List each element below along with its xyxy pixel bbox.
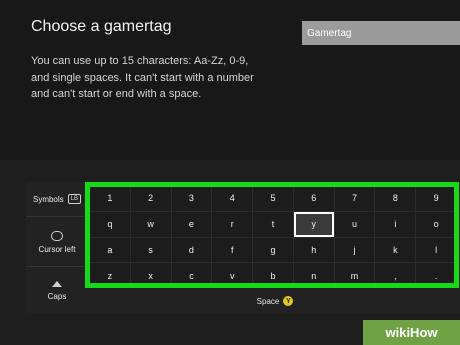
page-title: Choose a gamertag	[31, 18, 172, 35]
key-2[interactable]: 2	[130, 186, 171, 211]
key-4[interactable]: 4	[212, 186, 253, 211]
cursor-left-key[interactable]: Cursor left	[26, 216, 88, 267]
key-j[interactable]: j	[334, 237, 375, 263]
key-c[interactable]: c	[171, 263, 212, 288]
symbols-label: Symbols	[32, 194, 64, 204]
gamertag-input[interactable]	[302, 21, 460, 45]
key-i[interactable]: i	[375, 211, 416, 237]
key-u[interactable]: u	[334, 211, 375, 237]
key-b[interactable]: b	[253, 263, 293, 288]
key-h[interactable]: h	[293, 237, 334, 263]
key-y[interactable]: y	[293, 211, 334, 237]
y-button-icon: Y	[283, 296, 294, 306]
key-6[interactable]: 6	[293, 186, 334, 211]
key-f[interactable]: f	[212, 237, 253, 263]
key-o[interactable]: o	[416, 211, 456, 237]
key-m[interactable]: m	[334, 263, 375, 288]
key-s[interactable]: s	[130, 237, 171, 263]
key-a[interactable]: a	[90, 237, 130, 263]
key-3[interactable]: 3	[171, 186, 212, 211]
space-label: Space	[256, 296, 280, 306]
key-l[interactable]: l	[416, 237, 456, 263]
key-9[interactable]: 9	[416, 186, 456, 211]
caps-label: Caps	[47, 291, 67, 301]
wikihow-watermark: wikiHow	[363, 320, 460, 345]
key-e[interactable]: e	[171, 211, 212, 237]
key-g[interactable]: g	[253, 237, 293, 263]
key-grid: 123456789 qwertyuio asdfghjkl zxcvbnm,.	[90, 186, 456, 288]
lb-bumper-icon: LB	[67, 194, 82, 204]
key-w[interactable]: w	[130, 211, 171, 237]
left-bumper-icon	[51, 230, 63, 241]
key-7[interactable]: 7	[334, 186, 375, 211]
key-x[interactable]: x	[130, 263, 171, 288]
key-1[interactable]: 1	[90, 186, 130, 211]
key-z[interactable]: z	[90, 263, 130, 288]
key-v[interactable]: v	[212, 263, 253, 288]
caps-key[interactable]: Caps	[26, 266, 88, 314]
key-q[interactable]: q	[90, 211, 130, 237]
space-key[interactable]: Space Y	[90, 290, 460, 312]
key-t[interactable]: t	[253, 211, 293, 237]
gamertag-rules-text: You can use up to 15 characters: Aa-Zz, …	[31, 55, 254, 100]
key-n[interactable]: n	[293, 263, 334, 288]
cursor-left-label: Cursor left	[38, 244, 76, 254]
key-comma[interactable]: ,	[375, 263, 416, 288]
key-period[interactable]: .	[416, 263, 456, 288]
caps-arrow-icon	[52, 280, 62, 287]
symbols-key[interactable]: Symbols LB	[26, 182, 88, 216]
key-r[interactable]: r	[212, 211, 253, 237]
key-8[interactable]: 8	[375, 186, 416, 211]
key-d[interactable]: d	[171, 237, 212, 263]
key-k[interactable]: k	[375, 237, 416, 263]
keyboard-side-keys: Symbols LB Cursor left Caps	[26, 182, 88, 313]
key-5[interactable]: 5	[253, 186, 293, 211]
